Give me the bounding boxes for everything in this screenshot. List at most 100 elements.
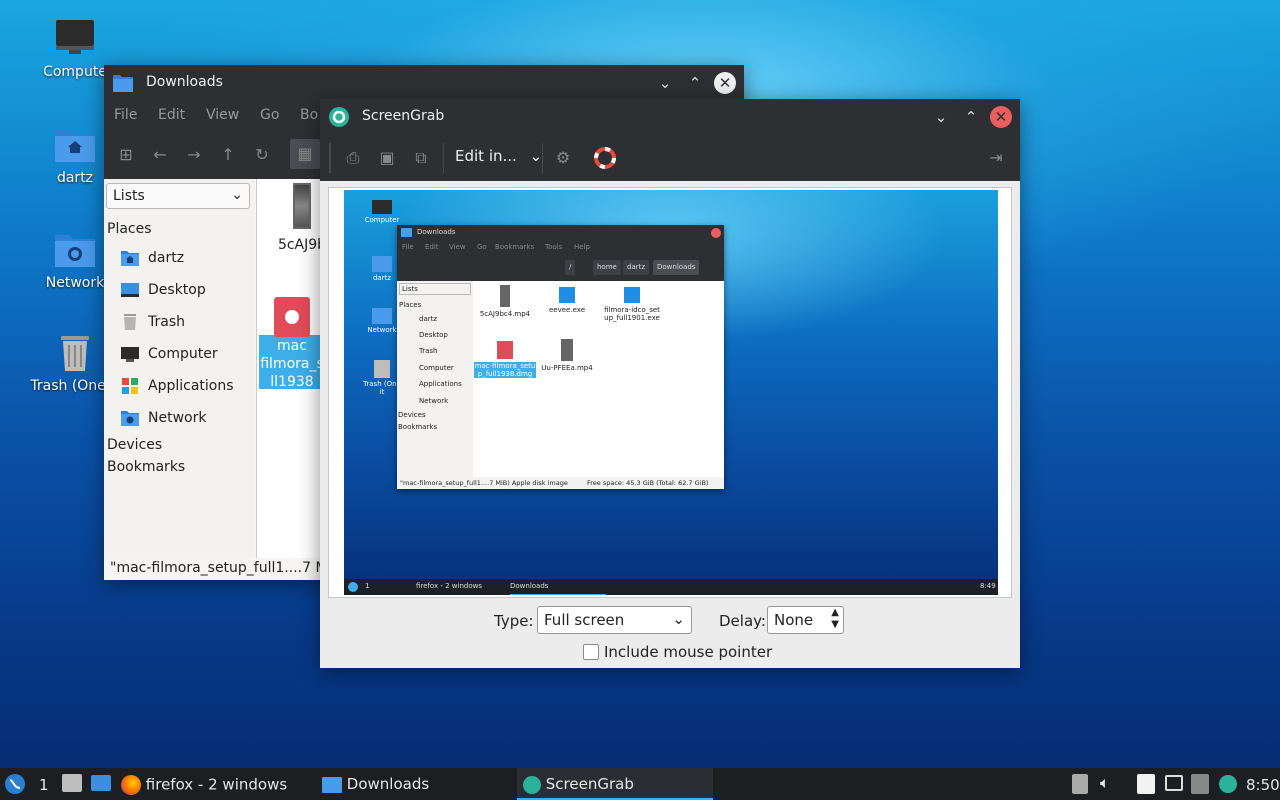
new-tab-icon[interactable]: ⊞ [114, 143, 138, 167]
screengrab-tray-icon[interactable] [1219, 775, 1237, 793]
mini-desktop-label: Trash (One it [363, 380, 401, 396]
home-folder-icon [120, 249, 140, 267]
mini-breadcrumb: home [593, 260, 621, 275]
new-screenshot-icon[interactable]: ⎙ [341, 146, 365, 170]
up-icon[interactable]: ↑ [216, 143, 240, 167]
toolbar-separator [329, 143, 331, 173]
delay-spinbox[interactable]: None ▲ ▼ [767, 606, 844, 634]
reload-icon[interactable]: ↻ [250, 143, 274, 167]
forward-icon[interactable]: → [182, 143, 206, 167]
mini-workspace: 1 [365, 582, 370, 590]
screengrab-titlebar[interactable]: ScreenGrab ⌄ ⌃ ✕ [320, 99, 1020, 135]
folder-icon [401, 228, 412, 237]
view-mode-select[interactable]: Lists ⌄ [106, 183, 250, 209]
menu-bookmarks[interactable]: Bo [300, 107, 318, 123]
maximize-button[interactable]: ⌃ [684, 72, 706, 94]
copy-icon[interactable]: ⧉ [409, 146, 433, 170]
close-button[interactable]: ✕ [990, 106, 1012, 128]
mini-file-label: Uu-PFEEa.mp4 [541, 364, 593, 372]
bookmarks-header[interactable]: Bookmarks [107, 459, 185, 475]
screengrab-window[interactable]: ScreenGrab ⌄ ⌃ ✕ ⎙ ▣ ⧉ Edit in... ⌄ ⚙ ⇥ … [320, 99, 1020, 668]
gear-icon[interactable]: ⚙ [551, 146, 575, 170]
chevron-down-icon: ⌄ [672, 610, 685, 628]
spin-up-icon[interactable]: ▲ [831, 607, 839, 618]
mini-breadcrumb: Downloads [653, 260, 700, 275]
help-lifebuoy-icon[interactable] [594, 147, 616, 173]
task-screengrab[interactable]: ScreenGrab [517, 768, 713, 800]
include-pointer-checkbox[interactable] [583, 644, 599, 660]
mini-side-pane: Lists Places dartz Desktop Trash Compute… [397, 281, 473, 477]
sidebar-item-label: Network [148, 410, 207, 426]
exit-icon[interactable]: ⇥ [984, 146, 1008, 170]
edit-in-button[interactable]: Edit in... ⌄ [455, 147, 542, 165]
mini-menu-item: Edit [425, 243, 439, 251]
clipboard-icon[interactable] [1072, 774, 1088, 794]
type-select[interactable]: Full screen ⌄ [537, 606, 692, 634]
devices-header[interactable]: Devices [107, 437, 162, 453]
menu-view[interactable]: View [206, 107, 239, 123]
menu-file[interactable]: File [114, 107, 137, 123]
mini-file-manager: Downloads File Edit View Go Bookmarks To… [397, 225, 724, 489]
network-folder-icon [53, 229, 97, 269]
trash-icon [374, 360, 390, 378]
firefox-icon [121, 775, 141, 795]
clock[interactable]: 8:50 [1246, 776, 1280, 794]
task-downloads[interactable]: Downloads [322, 768, 512, 800]
menu-go[interactable]: Go [260, 107, 279, 123]
workspace-number[interactable]: 1 [39, 776, 49, 794]
mini-file-label: 5cAJ9bc4.mp4 [479, 310, 531, 318]
screenshot-preview: Computer dartz Network Trash (One it Dow… [344, 190, 998, 595]
icon-view-icon[interactable]: ▦ [290, 139, 320, 169]
mini-clock: 8:49 [980, 582, 996, 590]
mini-place: Network [419, 397, 449, 405]
update-notifier-icon[interactable] [1191, 774, 1209, 794]
mini-menu-item: File [402, 243, 414, 251]
volume-icon[interactable]: 🔈︎ [1100, 773, 1110, 793]
sidebar-item-dartz[interactable]: dartz [120, 249, 184, 273]
include-pointer-label[interactable]: Include mouse pointer [604, 643, 772, 661]
show-desktop-icon[interactable] [91, 775, 111, 791]
places-header[interactable]: Places [107, 221, 152, 237]
screenshot-preview-frame: Computer dartz Network Trash (One it Dow… [328, 187, 1012, 598]
file-manager-titlebar[interactable]: Downloads ⌄ ⌃ ✕ [104, 65, 744, 101]
mini-places-header: Places [399, 301, 422, 309]
close-button[interactable]: ✕ [714, 72, 736, 94]
chevron-down-icon: ⌄ [231, 187, 243, 203]
mini-menu-item: Tools [545, 243, 563, 251]
mini-menu-item: Help [574, 243, 590, 251]
file-item-selected[interactable]: mac filmora_s ll1938 [259, 297, 325, 390]
network-icon[interactable] [1165, 775, 1183, 791]
file-manager-launcher-icon[interactable] [62, 774, 82, 792]
sidebar-item-network[interactable]: Network [120, 409, 206, 433]
mini-desktop-label: Computer [364, 216, 400, 224]
mini-menu-bar: File Edit View Go Bookmarks Tools Help [397, 241, 724, 255]
sidebar-item-trash[interactable]: Trash [120, 313, 185, 337]
save-icon[interactable]: ▣ [375, 146, 399, 170]
notes-icon[interactable] [1137, 774, 1155, 794]
mini-file-label: eevee.exe [548, 306, 585, 314]
sidebar-item-desktop[interactable]: Desktop [120, 281, 206, 305]
dmg-file-icon [274, 297, 310, 337]
maximize-button[interactable]: ⌃ [960, 106, 982, 128]
mini-place: Applications [419, 380, 462, 388]
sidebar-item-computer[interactable]: Computer [120, 345, 218, 369]
sidebar-item-label: Desktop [148, 282, 206, 298]
network-folder-icon [120, 409, 140, 427]
minimize-button[interactable]: ⌄ [654, 72, 676, 94]
toolbar-separator [443, 143, 444, 173]
mini-desktop-icon: dartz [362, 256, 402, 282]
sidebar-item-applications[interactable]: Applications [120, 377, 234, 401]
side-pane: Lists ⌄ Places dartz Desktop Trash Compu… [104, 179, 254, 559]
type-select-value: Full screen [544, 611, 625, 629]
task-label: ScreenGrab [545, 775, 634, 793]
back-icon[interactable]: ← [148, 143, 172, 167]
task-label: firefox - 2 windows [145, 775, 288, 794]
task-firefox[interactable]: firefox - 2 windows [121, 768, 311, 800]
app-menu-icon[interactable] [4, 773, 26, 799]
app-menu-icon [348, 582, 358, 592]
mini-file-label: mac-filmora_setup_full1938.dmg [474, 362, 536, 378]
spin-down-icon[interactable]: ▼ [831, 619, 839, 630]
video-file-icon [500, 285, 510, 307]
menu-edit[interactable]: Edit [158, 107, 185, 123]
minimize-button[interactable]: ⌄ [930, 106, 952, 128]
